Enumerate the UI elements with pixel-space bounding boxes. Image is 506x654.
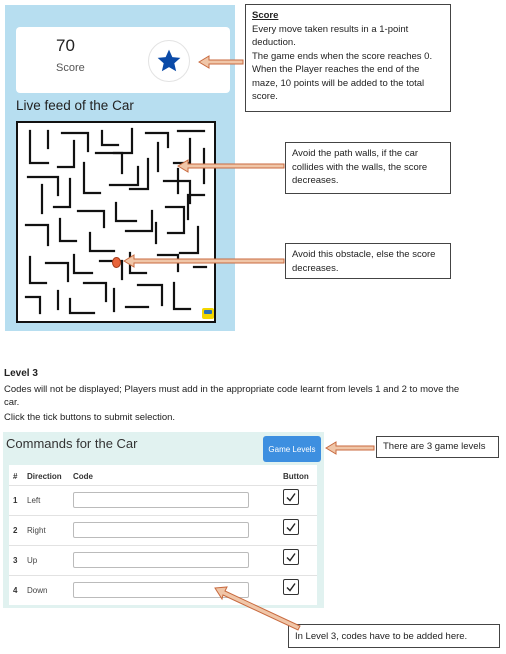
commands-title: Commands for the Car <box>6 436 138 451</box>
row-direction: Down <box>27 586 48 595</box>
table-row: 2 Right <box>9 515 317 546</box>
code-input-left[interactable] <box>73 492 249 508</box>
tick-button[interactable] <box>283 579 299 595</box>
table-row: 3 Up <box>9 545 317 576</box>
column-header-direction: Direction <box>27 472 62 481</box>
arrow-icon <box>325 441 375 455</box>
tick-button[interactable] <box>283 519 299 535</box>
level-title: Level 3 <box>4 368 38 379</box>
tick-button[interactable] <box>283 549 299 565</box>
tick-button[interactable] <box>283 489 299 505</box>
score-callout-line: Every move taken results in a 1-point de… <box>252 23 409 49</box>
codes-callout: In Level 3, codes have to be added here. <box>288 624 500 648</box>
row-number: 3 <box>13 556 18 565</box>
table-row: 4 Down <box>9 575 317 606</box>
column-header-num: # <box>13 472 18 481</box>
score-callout-line: When the Player reaches the end of the m… <box>252 64 425 102</box>
obstacle-icon <box>112 257 121 268</box>
score-card <box>16 27 230 93</box>
live-feed-title: Live feed of the Car <box>16 98 134 113</box>
score-value: 70 <box>56 36 75 55</box>
column-header-code: Code <box>73 472 93 481</box>
code-input-down[interactable] <box>73 582 249 598</box>
score-callout-title: Score <box>252 10 279 21</box>
check-icon <box>286 583 296 592</box>
row-direction: Left <box>27 496 41 505</box>
column-header-button: Button <box>283 472 309 481</box>
row-number: 1 <box>13 496 18 505</box>
row-direction: Up <box>27 556 38 565</box>
car-icon <box>202 308 214 319</box>
commands-table: # Direction Code Button 1 Left 2 Right 3… <box>9 465 317 605</box>
maze-live-feed <box>16 121 216 323</box>
levels-callout: There are 3 game levels <box>376 436 499 458</box>
walls-callout: Avoid the path walls, if the car collide… <box>285 142 451 194</box>
level-instruction: Click the tick buttons to submit selecti… <box>4 412 176 423</box>
check-icon <box>286 553 296 562</box>
code-input-up[interactable] <box>73 552 249 568</box>
table-row: 1 Left <box>9 485 317 516</box>
score-label: Score <box>56 62 85 74</box>
row-number: 2 <box>13 526 18 535</box>
game-levels-button[interactable]: Game Levels <box>263 436 321 462</box>
level-description: Codes will not be displayed; Players mus… <box>4 384 460 408</box>
row-number: 4 <box>13 586 18 595</box>
check-icon <box>286 493 296 502</box>
check-icon <box>286 523 296 532</box>
row-direction: Right <box>27 526 46 535</box>
score-callout-line: The game ends when the score reaches 0. <box>252 50 433 62</box>
obstacle-callout: Avoid this obstacle, else the score decr… <box>285 243 451 279</box>
star-icon <box>148 40 190 82</box>
score-callout: Score Every move taken results in a 1-po… <box>245 4 451 112</box>
code-input-right[interactable] <box>73 522 249 538</box>
